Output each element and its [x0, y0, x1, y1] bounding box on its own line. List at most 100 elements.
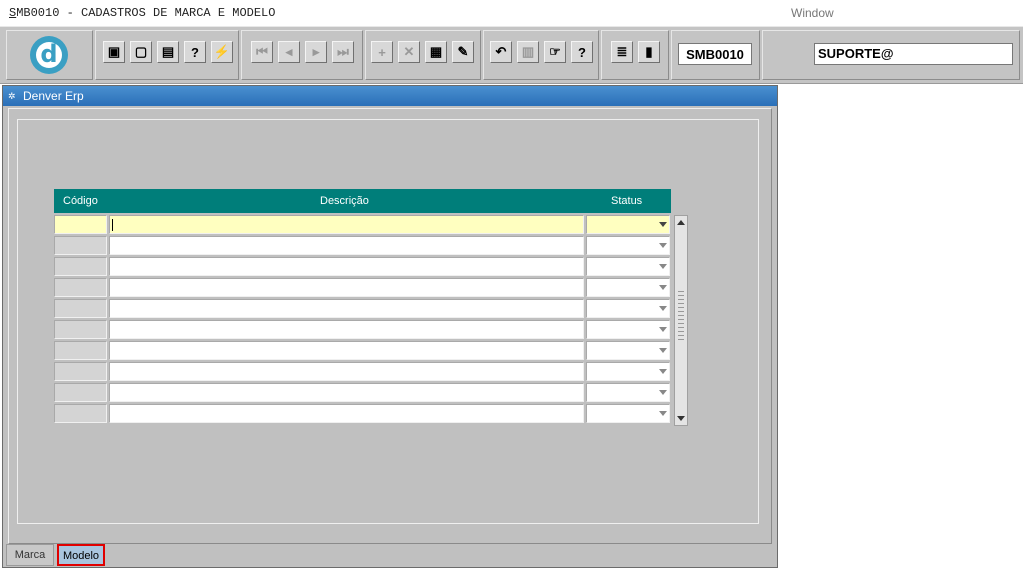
previous-record-icon: ◂ — [285, 44, 293, 59]
scroll-up-icon[interactable] — [677, 220, 685, 225]
code-field[interactable] — [54, 404, 107, 423]
first-record-button[interactable]: ⏮ — [251, 41, 273, 63]
status-select[interactable] — [586, 362, 670, 381]
tab-modelo[interactable]: Modelo — [57, 544, 105, 566]
list-values-icon: ☞ — [549, 44, 561, 59]
text-caret — [112, 219, 113, 231]
module-code-field: SMB0010 — [678, 43, 752, 65]
edit-record-button[interactable]: ✎ — [452, 41, 474, 63]
status-select[interactable] — [586, 215, 670, 234]
header-status: Status — [611, 195, 643, 207]
exit-button[interactable]: ▮ — [638, 41, 660, 63]
last-record-icon: ⏭ — [337, 44, 349, 59]
previous-record-button[interactable]: ◂ — [278, 41, 300, 63]
grid-scrollbar[interactable] — [674, 215, 688, 426]
description-field[interactable] — [109, 257, 584, 276]
clipboard-button[interactable]: ▥ — [517, 41, 539, 63]
clear-record-button[interactable]: ▦ — [425, 41, 447, 63]
insert-record-button[interactable]: + — [371, 41, 393, 63]
window-title-bar: ✲ Denver Erp — [3, 86, 777, 106]
help-icon: ? — [578, 44, 586, 60]
chevron-down-icon[interactable] — [659, 390, 667, 395]
print-preview-button[interactable]: ▢ — [130, 41, 152, 63]
description-field[interactable] — [109, 299, 584, 318]
description-field[interactable] — [109, 341, 584, 360]
description-field[interactable] — [109, 404, 584, 423]
menu-icon: ≣ — [616, 44, 628, 59]
code-field[interactable] — [54, 236, 107, 255]
print-button[interactable]: ▤ — [157, 41, 179, 63]
help-button[interactable]: ? — [571, 41, 593, 63]
code-field[interactable] — [54, 257, 107, 276]
menu-button[interactable]: ≣ — [611, 41, 633, 63]
edit-record-icon: ✎ — [457, 44, 469, 59]
chevron-down-icon[interactable] — [659, 306, 667, 311]
chevron-down-icon[interactable] — [659, 222, 667, 227]
user-field: SUPORTE@ — [814, 43, 1013, 65]
status-select[interactable] — [586, 257, 670, 276]
description-field[interactable] — [109, 362, 584, 381]
description-field[interactable] — [109, 383, 584, 402]
query-help-button[interactable]: ? — [184, 41, 206, 63]
code-field[interactable] — [54, 341, 107, 360]
clear-record-icon: ▦ — [429, 44, 443, 59]
chevron-down-icon[interactable] — [659, 327, 667, 332]
code-field[interactable] — [54, 320, 107, 339]
save-button[interactable]: ▣ — [103, 41, 125, 63]
last-record-button[interactable]: ⏭ — [332, 41, 354, 63]
next-record-button[interactable]: ▸ — [305, 41, 327, 63]
toolbar: d ▣ ▢ ▤? ⚡ ⏮ ◂ ▸ ⏭ + ✕ ▦ ✎ ↶ ▥ ☞? ≣ ▮ SMB0010 SUPORTE@ — [0, 26, 1023, 84]
status-select[interactable] — [586, 341, 670, 360]
scroll-grip[interactable] — [678, 291, 684, 341]
exit-icon: ▮ — [645, 44, 653, 59]
chevron-down-icon[interactable] — [659, 243, 667, 248]
undo-button[interactable]: ↶ — [490, 41, 512, 63]
chevron-down-icon[interactable] — [659, 348, 667, 353]
code-field[interactable] — [54, 215, 107, 234]
insert-record-icon: + — [378, 44, 386, 60]
chevron-down-icon[interactable] — [659, 285, 667, 290]
window-title: Denver Erp — [23, 89, 84, 103]
denver-erp-window: ✲ Denver Erp Código Descrição Status Mar… — [2, 85, 778, 568]
description-field[interactable] — [109, 236, 584, 255]
scroll-down-icon[interactable] — [677, 416, 685, 421]
header-description: Descrição — [320, 195, 369, 207]
form-title: SMB0010 - CADASTROS DE MARCA E MODELO — [9, 6, 276, 20]
query-help-icon: ? — [191, 44, 199, 60]
tab-canvas: Código Descrição Status — [8, 108, 772, 544]
description-field[interactable] — [109, 278, 584, 297]
save-icon: ▣ — [107, 44, 121, 59]
code-field[interactable] — [54, 299, 107, 318]
status-select[interactable] — [586, 404, 670, 423]
menu-bar: SMB0010 - CADASTROS DE MARCA E MODELO Wi… — [0, 0, 1023, 26]
chevron-down-icon[interactable] — [659, 264, 667, 269]
description-field[interactable] — [109, 215, 584, 234]
code-field[interactable] — [54, 383, 107, 402]
description-field[interactable] — [109, 320, 584, 339]
execute-query-button[interactable]: ⚡ — [211, 41, 233, 63]
undo-icon: ↶ — [495, 44, 507, 59]
status-select[interactable] — [586, 320, 670, 339]
chevron-down-icon[interactable] — [659, 411, 667, 416]
window-icon: ✲ — [8, 91, 16, 101]
status-select[interactable] — [586, 383, 670, 402]
clipboard-icon: ▥ — [521, 44, 535, 59]
delete-record-button[interactable]: ✕ — [398, 41, 420, 63]
menu-window[interactable]: Window — [791, 6, 834, 20]
grid-header: Código Descrição Status — [54, 189, 671, 213]
list-values-button[interactable]: ☞ — [544, 41, 566, 63]
toolbar-group-logo: d — [6, 30, 93, 80]
first-record-icon: ⏮ — [256, 44, 268, 59]
chevron-down-icon[interactable] — [659, 369, 667, 374]
code-field[interactable] — [54, 362, 107, 381]
print-icon: ▤ — [161, 44, 175, 59]
status-select[interactable] — [586, 278, 670, 297]
tab-marca[interactable]: Marca — [6, 544, 54, 566]
denver-logo: d — [30, 36, 68, 74]
next-record-icon: ▸ — [312, 44, 320, 59]
delete-record-icon: ✕ — [403, 44, 415, 59]
code-field[interactable] — [54, 278, 107, 297]
print-preview-icon: ▢ — [134, 44, 148, 59]
status-select[interactable] — [586, 299, 670, 318]
status-select[interactable] — [586, 236, 670, 255]
